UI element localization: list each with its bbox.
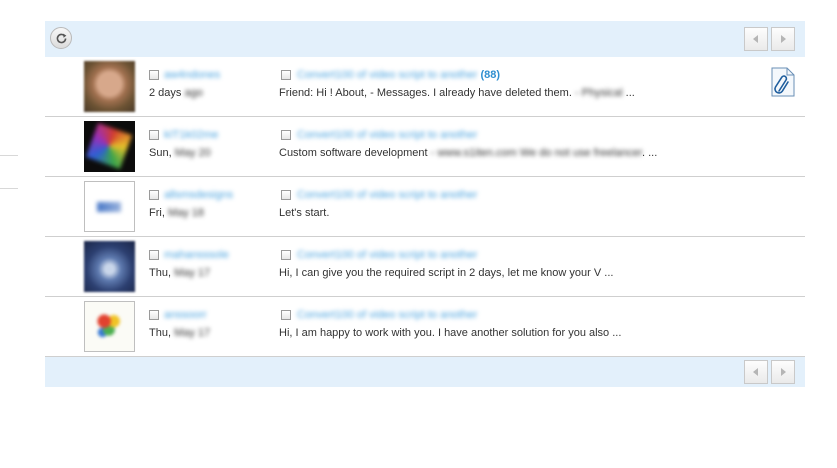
paperclip-attachment-icon[interactable] — [771, 67, 795, 97]
sender-name[interactable]: anssoorr — [164, 309, 207, 321]
arrow-right-icon — [781, 35, 786, 43]
avatar-art — [93, 310, 125, 342]
avatar — [84, 61, 135, 112]
next-page-button[interactable] — [771, 360, 795, 384]
subject-link[interactable]: Convert100 of video script to another — [297, 249, 477, 261]
message-row[interactable]: mahansssole Thu, May 17 Convert100 of vi… — [45, 237, 805, 297]
prev-page-button[interactable] — [744, 27, 768, 51]
subject-checkbox[interactable] — [281, 70, 291, 80]
message-preview: Hi, I can give you the required script i… — [279, 267, 614, 279]
next-page-button[interactable] — [771, 27, 795, 51]
subject-link[interactable]: Convert100 of video script to another — [297, 309, 477, 321]
message-date: Thu, May 17 — [149, 327, 211, 339]
subject-checkbox[interactable] — [281, 250, 291, 260]
message-row[interactable]: anssoorr Thu, May 17 Convert100 of video… — [45, 297, 805, 357]
message-row[interactable]: allsmsdesigns Fri, May 18 Convert100 of … — [45, 177, 805, 237]
message-row[interactable]: kIT1k02me Sun, May 20 Convert100 of vide… — [45, 117, 805, 177]
message-date: Thu, May 17 — [149, 267, 211, 279]
message-date: Sun, May 20 — [149, 147, 211, 159]
message-count: (88) — [480, 69, 501, 81]
message-date: 2 days ago — [149, 87, 203, 99]
sender-name[interactable]: aw4ndones — [164, 69, 220, 81]
message-date: Fri, May 18 — [149, 207, 205, 219]
inbox-panel: aw4ndones 2 days ago Convert100 of video… — [45, 21, 805, 387]
subject-link[interactable]: Convert100 of video script to another — [297, 129, 477, 141]
sender-checkbox[interactable] — [149, 190, 159, 200]
sender-checkbox[interactable] — [149, 250, 159, 260]
refresh-icon — [56, 33, 66, 43]
bottom-pager — [744, 360, 795, 384]
sender-checkbox[interactable] — [149, 130, 159, 140]
subject-link[interactable]: Convert100 of video script to another (8… — [297, 69, 500, 81]
subject-checkbox[interactable] — [281, 190, 291, 200]
message-preview: Let's start. — [279, 207, 330, 219]
avatar-art — [85, 122, 133, 170]
avatar-art — [97, 202, 121, 212]
top-toolbar — [45, 21, 805, 57]
sender-name[interactable]: kIT1k02me — [164, 129, 218, 141]
message-row[interactable]: aw4ndones 2 days ago Convert100 of video… — [45, 57, 805, 117]
avatar — [84, 301, 135, 352]
sender-name[interactable]: mahansssole — [164, 249, 229, 261]
top-pager — [744, 27, 795, 51]
arrow-right-icon — [781, 368, 786, 376]
sender-name[interactable]: allsmsdesigns — [164, 189, 233, 201]
arrow-left-icon — [753, 35, 758, 43]
refresh-button[interactable] — [50, 27, 72, 49]
subject-checkbox[interactable] — [281, 130, 291, 140]
message-preview: Custom software development - www.s1iten… — [279, 147, 658, 159]
message-preview: Friend: Hi ! About, - Messages. I alread… — [279, 87, 635, 99]
prev-page-button[interactable] — [744, 360, 768, 384]
avatar — [84, 181, 135, 232]
subject-link[interactable]: Convert100 of video script to another — [297, 189, 477, 201]
subject-checkbox[interactable] — [281, 310, 291, 320]
side-divider — [0, 188, 18, 189]
bottom-toolbar — [45, 357, 805, 387]
arrow-left-icon — [753, 368, 758, 376]
avatar — [84, 121, 135, 172]
sender-checkbox[interactable] — [149, 310, 159, 320]
sender-checkbox[interactable] — [149, 70, 159, 80]
avatar — [84, 241, 135, 292]
message-preview: Hi, I am happy to work with you. I have … — [279, 327, 622, 339]
side-divider — [0, 155, 18, 156]
